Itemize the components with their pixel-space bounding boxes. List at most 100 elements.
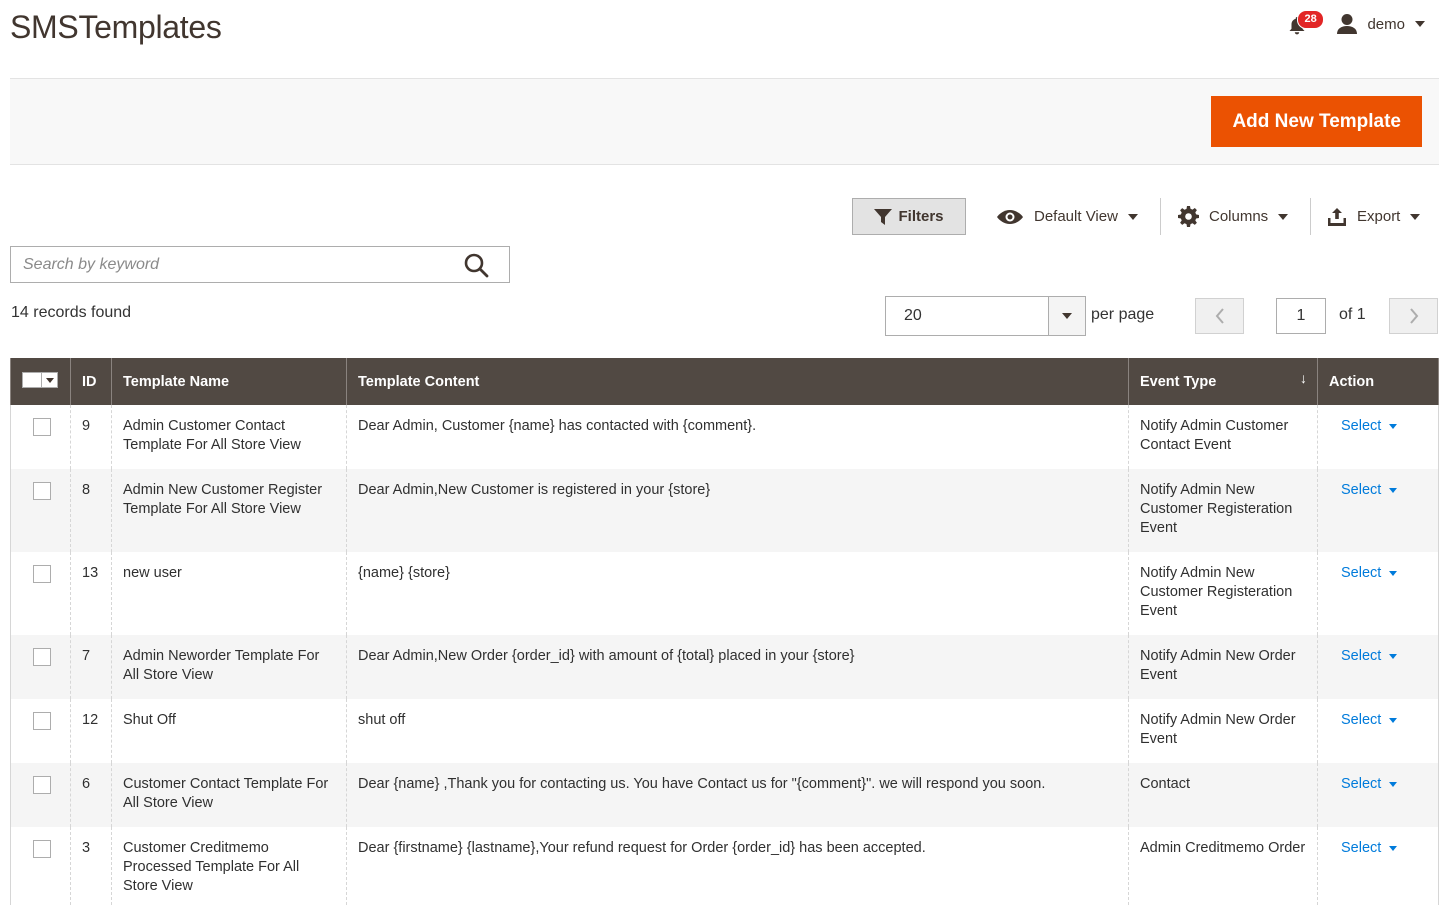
records-found: 14 records found: [11, 304, 132, 321]
search-icon: [464, 253, 489, 278]
row-action-select[interactable]: Select: [1341, 775, 1398, 794]
cell-template-content: Dear Admin, Customer {name} has contacte…: [346, 405, 1129, 469]
mass-select-arrow[interactable]: [41, 373, 57, 387]
cell-id: 7: [70, 635, 112, 699]
eye-icon: [997, 209, 1023, 224]
chevron-down-icon: [1389, 654, 1398, 659]
user-name: demo: [1367, 15, 1405, 33]
cell-event-type: Notify Admin New Order Event: [1128, 635, 1318, 699]
cell-action: Select: [1317, 635, 1439, 699]
row-action-label: Select: [1341, 482, 1382, 498]
default-view-label: Default View: [1034, 208, 1118, 225]
upload-icon: [1328, 207, 1346, 226]
row-action-select[interactable]: Select: [1341, 647, 1398, 666]
table-row: 6 Customer Contact Template For All Store…: [10, 763, 1439, 827]
grid-body: 9 Admin Customer Contact Template For All…: [10, 405, 1439, 905]
mass-select-dropdown[interactable]: [22, 372, 58, 388]
previous-page-button[interactable]: [1195, 298, 1244, 334]
row-checkbox[interactable]: [33, 648, 51, 666]
cell-id: 9: [70, 405, 112, 469]
cell-id: 3: [70, 827, 112, 905]
chevron-down-icon: [1389, 488, 1398, 493]
row-action-label: Select: [1341, 712, 1382, 728]
row-action-select[interactable]: Select: [1341, 711, 1398, 730]
row-action-label: Select: [1341, 648, 1382, 664]
filter-icon: [874, 208, 893, 225]
cell-id: 12: [70, 699, 112, 763]
table-row: 12 Shut Off shut off Notify Admin New Order…: [10, 699, 1439, 763]
cell-template-name: Admin Neworder Template For All Store Vi…: [111, 635, 347, 699]
export-label: Export: [1357, 208, 1401, 225]
gear-icon: [1178, 206, 1199, 227]
mass-select-checkbox[interactable]: [23, 373, 41, 387]
row-action-label: Select: [1341, 776, 1382, 792]
cell-event-type: Notify Admin New Customer Registeration …: [1128, 469, 1318, 552]
cell-template-content: Dear Admin,New Order {order_id} with amo…: [346, 635, 1129, 699]
cell-template-name: Customer Creditmemo Processed Template F…: [111, 827, 347, 905]
row-checkbox[interactable]: [33, 418, 51, 436]
search-input[interactable]: [11, 247, 451, 282]
keyword-search: [10, 246, 510, 283]
notifications-button[interactable]: 28: [1286, 10, 1324, 38]
row-checkbox[interactable]: [33, 776, 51, 794]
next-page-button[interactable]: [1389, 298, 1438, 334]
row-checkbox[interactable]: [33, 712, 51, 730]
search-button[interactable]: [464, 253, 489, 283]
cell-event-type: Notify Admin New Customer Registeration …: [1128, 552, 1318, 635]
row-select-cell: [10, 699, 71, 763]
column-header-action: Action: [1317, 358, 1439, 405]
default-view-dropdown[interactable]: Default View: [996, 198, 1138, 235]
toolbar-divider: [1160, 198, 1161, 235]
table-row: 13 new user {name} {store} Notify Admin New…: [10, 552, 1439, 635]
page-actions-bar: Add New Template: [10, 78, 1439, 165]
per-page-label: per page: [1091, 306, 1155, 323]
cell-template-content: shut off: [346, 699, 1129, 763]
cell-template-name: new user: [111, 552, 347, 635]
row-select-cell: [10, 469, 71, 552]
row-action-select[interactable]: Select: [1341, 481, 1398, 500]
column-header-event-type[interactable]: Event Type ↓: [1128, 358, 1318, 405]
row-select-cell: [10, 827, 71, 905]
cell-template-name: Customer Contact Template For All Store …: [111, 763, 347, 827]
row-checkbox[interactable]: [33, 840, 51, 858]
mass-action-header: [10, 358, 71, 405]
export-dropdown[interactable]: Export: [1327, 198, 1421, 235]
per-page-select[interactable]: 20: [885, 296, 1086, 336]
current-page-input[interactable]: 1: [1276, 298, 1326, 334]
column-header-template-name[interactable]: Template Name: [111, 358, 347, 405]
row-action-select[interactable]: Select: [1341, 839, 1398, 858]
chevron-down-icon: [1127, 213, 1138, 220]
add-new-template-button[interactable]: Add New Template: [1211, 96, 1422, 147]
chevron-down-icon: [1410, 213, 1421, 220]
columns-label: Columns: [1209, 208, 1269, 225]
user-menu[interactable]: demo: [1336, 13, 1425, 35]
cell-action: Select: [1317, 469, 1439, 552]
row-select-cell: [10, 763, 71, 827]
cell-template-content: {name} {store}: [346, 552, 1129, 635]
filters-button[interactable]: Filters: [852, 198, 966, 235]
row-select-cell: [10, 405, 71, 469]
row-action-select[interactable]: Select: [1341, 417, 1398, 436]
chevron-right-icon: [1409, 308, 1418, 324]
chevron-down-icon: [45, 377, 54, 383]
filters-label: Filters: [898, 208, 944, 225]
user-icon: [1337, 14, 1358, 34]
row-action-select[interactable]: Select: [1341, 564, 1398, 583]
columns-dropdown[interactable]: Columns: [1178, 198, 1289, 235]
row-action-label: Select: [1341, 418, 1382, 434]
row-checkbox[interactable]: [33, 482, 51, 500]
templates-grid: ID Template Name Template Content Event …: [10, 358, 1439, 905]
per-page-dropdown-button[interactable]: [1048, 297, 1085, 335]
row-select-cell: [10, 552, 71, 635]
column-header-id[interactable]: ID: [70, 358, 112, 405]
event-type-header-label: Event Type: [1140, 373, 1217, 390]
table-row: 7 Admin Neworder Template For All Store V…: [10, 635, 1439, 699]
table-row: 3 Customer Creditmemo Processed Template …: [10, 827, 1439, 905]
sort-arrow-icon: ↓: [1300, 370, 1307, 386]
chevron-down-icon: [1389, 718, 1398, 723]
chevron-down-icon: [1389, 782, 1398, 787]
column-header-template-content[interactable]: Template Content: [346, 358, 1129, 405]
per-page-value: 20: [904, 307, 922, 324]
row-checkbox[interactable]: [33, 565, 51, 583]
cell-action: Select: [1317, 699, 1439, 763]
